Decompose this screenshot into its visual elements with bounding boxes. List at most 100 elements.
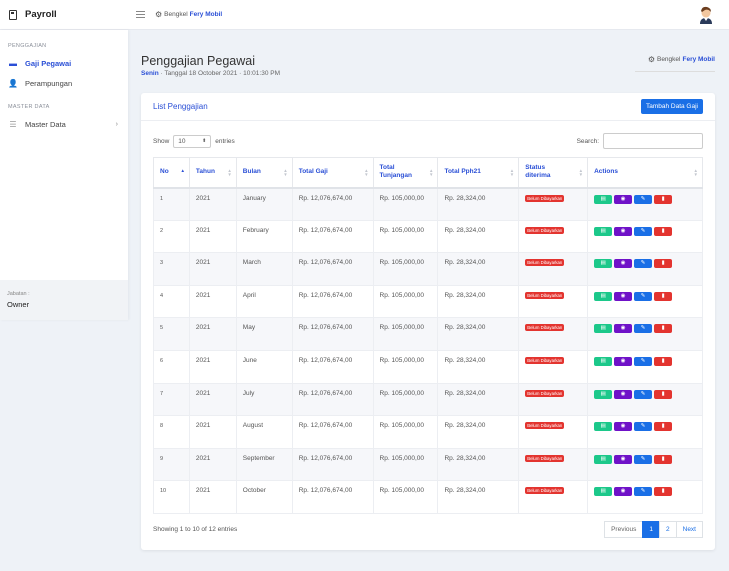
- cell-total-tunjangan: Rp. 105,000,00: [372, 480, 439, 514]
- edit-icon[interactable]: ✎: [634, 291, 653, 301]
- search-input[interactable]: [603, 133, 703, 149]
- print-icon[interactable]: ▤: [594, 487, 613, 497]
- cell-tahun: 2021: [188, 382, 237, 417]
- add-salary-button[interactable]: Tambah Data Gaji: [640, 99, 703, 114]
- trash-icon[interactable]: ▮: [654, 194, 673, 204]
- print-icon[interactable]: ▤: [594, 226, 613, 236]
- cell-total-gaji: Rp. 12,076,674,00: [291, 349, 374, 384]
- edit-icon[interactable]: ✎: [634, 194, 653, 204]
- cell-total-tunjangan: Rp. 105,000,00: [372, 415, 439, 449]
- edit-icon[interactable]: ✎: [634, 226, 653, 236]
- print-icon[interactable]: ▤: [594, 389, 613, 399]
- cell-total-gaji: Rp. 12,076,674,00: [291, 187, 374, 221]
- section-title-master-data: MASTER DATA: [8, 104, 50, 110]
- print-icon[interactable]: ▤: [594, 194, 613, 204]
- cell-total-tunjangan: Rp. 105,000,00: [372, 252, 439, 286]
- cell-status: Belum Dibayarkan: [518, 187, 589, 221]
- avatar[interactable]: [697, 5, 715, 25]
- pagination-previous[interactable]: Previous: [604, 521, 644, 538]
- eye-icon[interactable]: ◉: [614, 389, 633, 399]
- table-controls: Show 10 ⬍ entries Search:: [153, 133, 703, 149]
- cell-bulan: March: [235, 252, 293, 286]
- table-row: 7 2021 July Rp. 12,076,674,00 Rp. 105,000,00…: [153, 382, 703, 417]
- edit-icon[interactable]: ✎: [634, 487, 653, 497]
- edit-icon[interactable]: ✎: [634, 454, 653, 464]
- entries-select[interactable]: 10 ⬍: [173, 134, 212, 148]
- brand[interactable]: Payroll: [0, 9, 128, 20]
- trash-icon[interactable]: ▮: [654, 226, 673, 236]
- table-row: 9 2021 September Rp. 12,076,674,00 Rp. 105,0…: [153, 447, 703, 482]
- trash-icon[interactable]: ▮: [654, 259, 673, 269]
- cell-total-tunjangan: Rp. 105,000,00: [372, 349, 439, 384]
- col-no[interactable]: No ▲: [153, 157, 190, 189]
- trash-icon[interactable]: ▮: [654, 291, 673, 301]
- trash-icon[interactable]: ▮: [654, 422, 673, 432]
- print-icon[interactable]: ▤: [594, 291, 613, 301]
- cell-no: 10: [153, 480, 190, 514]
- col-tahun[interactable]: Tahun ▲ ▼: [188, 157, 237, 189]
- sidebar-item-gaji-pegawai[interactable]: ▬ Gaji Pegawai: [0, 54, 128, 72]
- cell-actions: ▤ ◉ ✎ ▮: [587, 219, 703, 254]
- cell-no: 6: [153, 349, 190, 384]
- table-row: 3 2021 March Rp. 12,076,674,00 Rp. 105,000,0…: [153, 252, 703, 286]
- cell-total-pph21: Rp. 28,324,00: [437, 480, 520, 514]
- cell-total-tunjangan: Rp. 105,000,00: [372, 284, 439, 319]
- trash-icon[interactable]: ▮: [654, 324, 673, 334]
- edit-icon[interactable]: ✎: [634, 259, 653, 269]
- cell-total-pph21: Rp. 28,324,00: [437, 317, 520, 351]
- col-total-tunjangan[interactable]: Total Tunjangan ▲ ▼: [372, 157, 439, 189]
- cell-bulan: February: [235, 219, 293, 254]
- status-badge: Belum Dibayarkan: [525, 422, 565, 430]
- status-badge: Belum Dibayarkan: [525, 487, 565, 495]
- edit-icon[interactable]: ✎: [634, 389, 653, 399]
- cell-total-pph21: Rp. 28,324,00: [437, 415, 520, 449]
- divider: [635, 71, 715, 72]
- pagination-page-1[interactable]: 1: [642, 521, 660, 538]
- col-actions[interactable]: Actions ▲ ▼: [587, 157, 703, 189]
- pagination-page-2[interactable]: 2: [659, 521, 677, 538]
- col-total-pph21[interactable]: Total Pph21 ▲ ▼: [437, 157, 520, 189]
- col-bulan[interactable]: Bulan ▲ ▼: [235, 157, 293, 189]
- eye-icon[interactable]: ◉: [614, 356, 633, 366]
- eye-icon[interactable]: ◉: [614, 226, 633, 236]
- sidebar-item-perampungan[interactable]: 👤 Perampungan: [0, 74, 128, 92]
- eye-icon[interactable]: ◉: [614, 454, 633, 464]
- print-icon[interactable]: ▤: [594, 324, 613, 334]
- col-total-gaji[interactable]: Total Gaji ▲ ▼: [291, 157, 374, 189]
- eye-icon[interactable]: ◉: [614, 259, 633, 269]
- eye-icon[interactable]: ◉: [614, 291, 633, 301]
- sidebar: PENGGAJIAN ▬ Gaji Pegawai 👤 Perampungan …: [0, 30, 128, 320]
- trash-icon[interactable]: ▮: [654, 389, 673, 399]
- shop-name: ⚙ Bengkel Fery Mobil: [155, 10, 223, 19]
- page-subtitle: Senin · Tanggal 18 October 2021 · 10:01:…: [141, 70, 280, 77]
- cell-no: 8: [153, 415, 190, 449]
- print-icon[interactable]: ▤: [594, 259, 613, 269]
- print-icon[interactable]: ▤: [594, 422, 613, 432]
- cell-status: Belum Dibayarkan: [518, 382, 589, 417]
- edit-icon[interactable]: ✎: [634, 422, 653, 432]
- print-icon[interactable]: ▤: [594, 356, 613, 366]
- cogs-icon: ⚙: [155, 10, 163, 19]
- table-row: 1 2021 January Rp. 12,076,674,00 Rp. 105,000…: [153, 187, 703, 221]
- eye-icon[interactable]: ◉: [614, 422, 633, 432]
- edit-icon[interactable]: ✎: [634, 356, 653, 366]
- eye-icon[interactable]: ◉: [614, 194, 633, 204]
- cell-actions: ▤ ◉ ✎ ▮: [587, 252, 703, 286]
- trash-icon[interactable]: ▮: [654, 454, 673, 464]
- pagination-next[interactable]: Next: [675, 521, 703, 538]
- trash-icon[interactable]: ▮: [654, 356, 673, 366]
- cell-total-pph21: Rp. 28,324,00: [437, 187, 520, 221]
- cell-tahun: 2021: [188, 447, 237, 482]
- cell-tahun: 2021: [188, 284, 237, 319]
- edit-icon[interactable]: ✎: [634, 324, 653, 334]
- eye-icon[interactable]: ◉: [614, 324, 633, 334]
- trash-icon[interactable]: ▮: [654, 487, 673, 497]
- cell-bulan: June: [235, 349, 293, 384]
- sort-icon: ▲ ▼: [283, 168, 288, 177]
- status-badge: Belum Dibayarkan: [525, 356, 565, 364]
- col-status[interactable]: Status diterima ▲ ▼: [518, 157, 589, 189]
- sidebar-item-master-data[interactable]: ☰ Master Data ›: [0, 115, 128, 133]
- hamburger-icon[interactable]: [136, 9, 145, 20]
- eye-icon[interactable]: ◉: [614, 487, 633, 497]
- print-icon[interactable]: ▤: [594, 454, 613, 464]
